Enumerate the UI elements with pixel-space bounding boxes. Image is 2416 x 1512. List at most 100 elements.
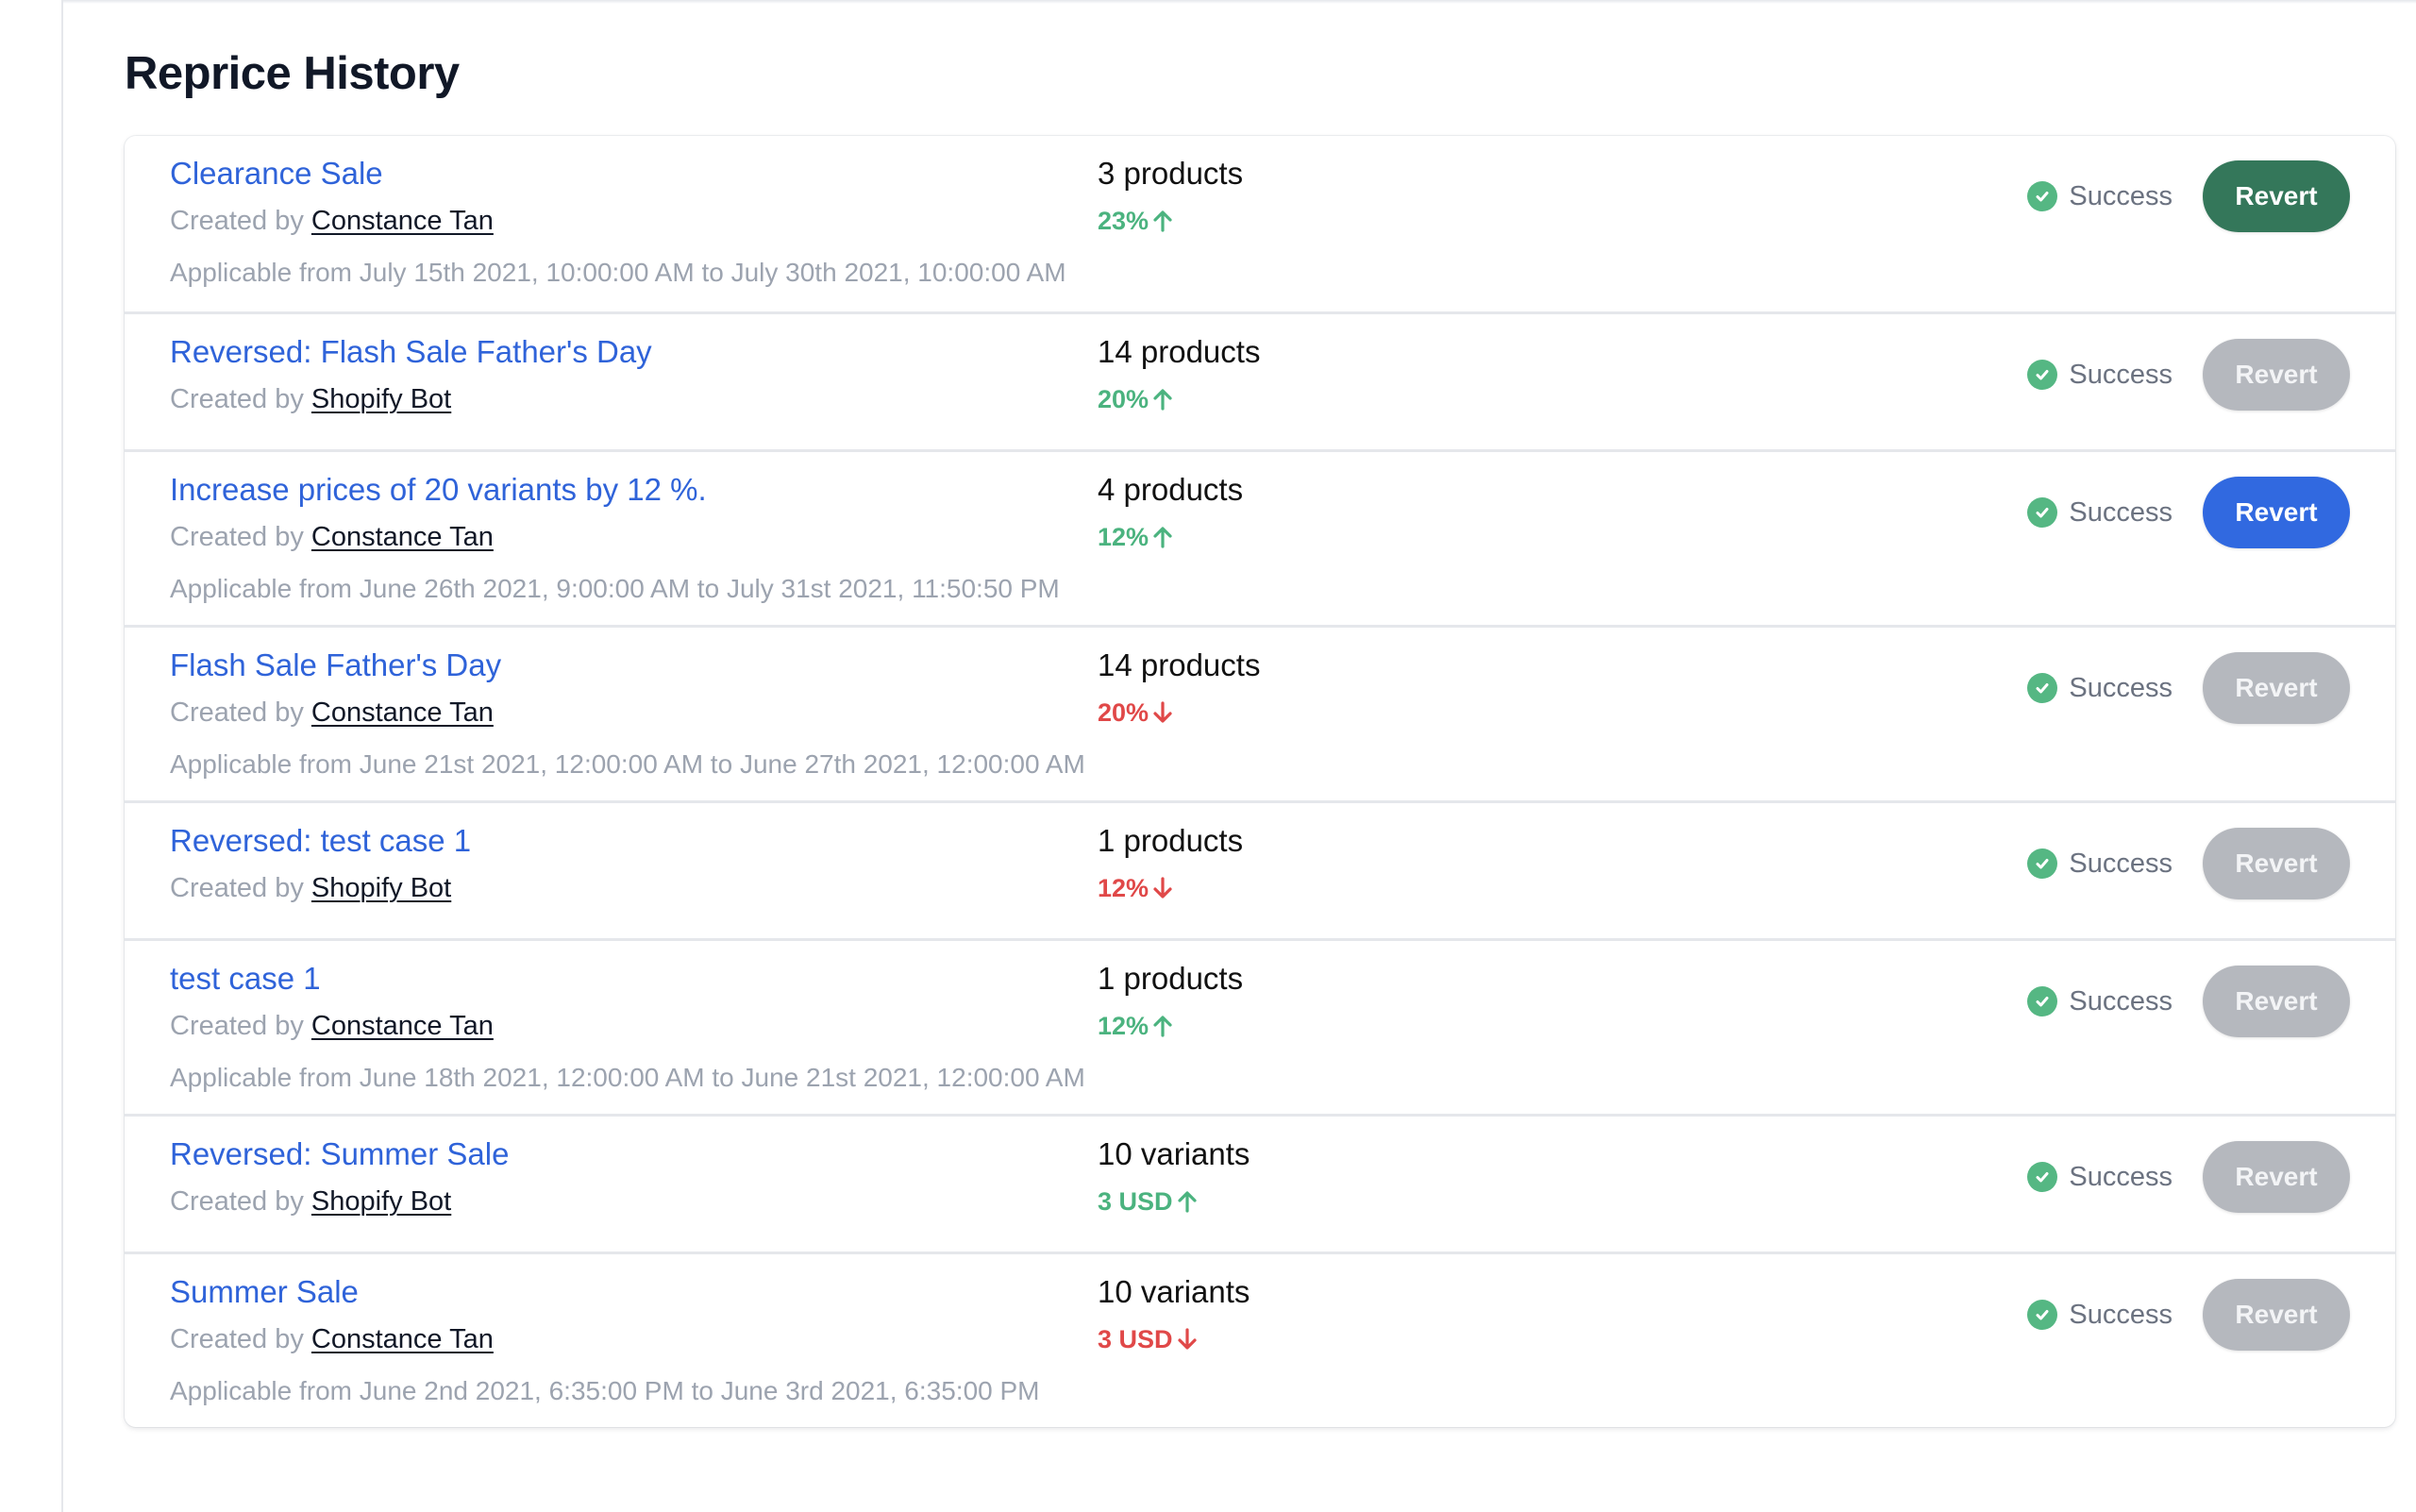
check-circle-icon <box>2027 360 2058 390</box>
price-change-value: 3 USD <box>1098 1187 1173 1216</box>
price-change-value: 23% <box>1098 207 1149 235</box>
item-count: 1 products <box>1098 961 1244 996</box>
price-change: 3 USD <box>1098 1183 1250 1220</box>
history-row: Flash Sale Father's Day Created by Const… <box>125 625 2395 800</box>
check-circle-icon <box>2027 986 2058 1016</box>
created-by: Created by Constance Tan <box>170 1320 1040 1358</box>
status-badge: Success <box>2027 1162 2173 1193</box>
price-change-value: 20% <box>1098 698 1149 727</box>
status-text: Success <box>2069 985 2173 1016</box>
status-text: Success <box>2069 672 2173 703</box>
arrow-up-icon <box>1152 1015 1173 1037</box>
history-row: Clearance Sale Created by Constance Tan … <box>125 136 2395 311</box>
row-summary: 10 variants 3 USD <box>1098 1271 1250 1358</box>
row-info: test case 1 Created by Constance Tan App… <box>170 958 1085 1097</box>
check-circle-icon <box>2027 673 2058 703</box>
price-change-value: 12% <box>1098 1012 1149 1040</box>
row-summary: 10 variants 3 USD <box>1098 1134 1250 1220</box>
created-by-label: Created by <box>170 1186 311 1217</box>
row-actions: Success Revert <box>2027 966 2350 1037</box>
item-count: 10 variants <box>1098 1136 1250 1171</box>
revert-button: Revert <box>2203 652 2350 724</box>
sidebar <box>0 0 63 1512</box>
revert-button: Revert <box>2203 966 2350 1037</box>
creator-link[interactable]: Shopify Bot <box>311 1186 451 1217</box>
check-circle-icon <box>2027 181 2058 211</box>
creator-link[interactable]: Constance Tan <box>311 1011 494 1041</box>
price-change: 3 USD <box>1098 1320 1250 1358</box>
reprice-title-link[interactable]: Increase prices of 20 variants by 12 %. <box>170 469 1060 511</box>
status-text: Success <box>2069 496 2173 528</box>
created-by: Created by Shopify Bot <box>170 869 471 907</box>
revert-button[interactable]: Revert <box>2203 477 2350 548</box>
creator-link[interactable]: Constance Tan <box>311 697 494 728</box>
reprice-title-link[interactable]: test case 1 <box>170 958 1085 1000</box>
created-by-label: Created by <box>170 1324 311 1354</box>
page-title: Reprice History <box>125 48 460 99</box>
applicable-period: Applicable from June 26th 2021, 9:00:00 … <box>170 574 1060 603</box>
history-row: Reversed: Summer Sale Created by Shopify… <box>125 1114 2395 1252</box>
status-badge: Success <box>2027 181 2173 212</box>
reprice-history-list: Clearance Sale Created by Constance Tan … <box>125 136 2395 1427</box>
creator-link[interactable]: Constance Tan <box>311 1324 494 1354</box>
top-bar-shadow <box>63 0 2416 4</box>
reprice-title-link[interactable]: Reversed: Summer Sale <box>170 1134 509 1175</box>
status-text: Success <box>2069 848 2173 879</box>
arrow-down-icon <box>1152 877 1173 899</box>
reprice-title-link[interactable]: Reversed: test case 1 <box>170 820 471 862</box>
row-actions: Success Revert <box>2027 477 2350 548</box>
row-info: Summer Sale Created by Constance Tan App… <box>170 1271 1040 1410</box>
created-by: Created by Constance Tan <box>170 202 1066 240</box>
applicable-period: Applicable from June 18th 2021, 12:00:00… <box>170 1063 1085 1092</box>
row-info: Reversed: Flash Sale Father's Day Create… <box>170 331 652 418</box>
check-circle-icon <box>2027 1300 2058 1330</box>
row-summary: 14 products 20% <box>1098 645 1260 731</box>
reprice-title-link[interactable]: Summer Sale <box>170 1271 1040 1313</box>
created-by-label: Created by <box>170 206 311 236</box>
row-info: Reversed: test case 1 Created by Shopify… <box>170 820 471 907</box>
history-row: Reversed: test case 1 Created by Shopify… <box>125 800 2395 938</box>
creator-link[interactable]: Shopify Bot <box>311 873 451 903</box>
creator-link[interactable]: Constance Tan <box>311 522 494 552</box>
row-summary: 1 products 12% <box>1098 958 1243 1045</box>
creator-link[interactable]: Shopify Bot <box>311 384 451 414</box>
item-count: 14 products <box>1098 334 1261 369</box>
price-change-value: 12% <box>1098 874 1149 902</box>
status-text: Success <box>2069 1161 2173 1192</box>
status-text: Success <box>2069 1299 2173 1330</box>
price-change: 20% <box>1098 694 1260 731</box>
arrow-up-icon <box>1177 1190 1198 1213</box>
history-row: Reversed: Flash Sale Father's Day Create… <box>125 311 2395 449</box>
price-change: 23% <box>1098 202 1243 240</box>
arrow-up-icon <box>1152 388 1173 411</box>
price-change: 20% <box>1098 380 1260 418</box>
row-info: Reversed: Summer Sale Created by Shopify… <box>170 1134 509 1220</box>
reprice-title-link[interactable]: Reversed: Flash Sale Father's Day <box>170 331 652 373</box>
arrow-down-icon <box>1177 1328 1198 1351</box>
applicable-period: Applicable from July 15th 2021, 10:00:00… <box>170 258 1066 287</box>
created-by: Created by Constance Tan <box>170 518 1060 556</box>
creator-link[interactable]: Constance Tan <box>311 206 494 236</box>
history-row: test case 1 Created by Constance Tan App… <box>125 938 2395 1114</box>
status-badge: Success <box>2027 497 2173 529</box>
item-count: 10 variants <box>1098 1274 1250 1309</box>
row-info: Clearance Sale Created by Constance Tan … <box>170 153 1066 292</box>
status-badge: Success <box>2027 986 2173 1017</box>
created-by-label: Created by <box>170 873 311 903</box>
created-by-label: Created by <box>170 522 311 552</box>
created-by: Created by Constance Tan <box>170 694 1085 731</box>
row-summary: 4 products 12% <box>1098 469 1243 556</box>
item-count: 14 products <box>1098 647 1261 682</box>
status-badge: Success <box>2027 673 2173 704</box>
reprice-title-link[interactable]: Clearance Sale <box>170 153 1066 194</box>
history-row: Summer Sale Created by Constance Tan App… <box>125 1252 2395 1427</box>
created-by-label: Created by <box>170 697 311 728</box>
arrow-up-icon <box>1152 526 1173 548</box>
status-text: Success <box>2069 359 2173 390</box>
status-badge: Success <box>2027 848 2173 880</box>
reprice-title-link[interactable]: Flash Sale Father's Day <box>170 645 1085 686</box>
price-change-value: 3 USD <box>1098 1325 1173 1353</box>
created-by: Created by Shopify Bot <box>170 1183 509 1220</box>
revert-button[interactable]: Revert <box>2203 160 2350 232</box>
status-text: Success <box>2069 180 2173 211</box>
